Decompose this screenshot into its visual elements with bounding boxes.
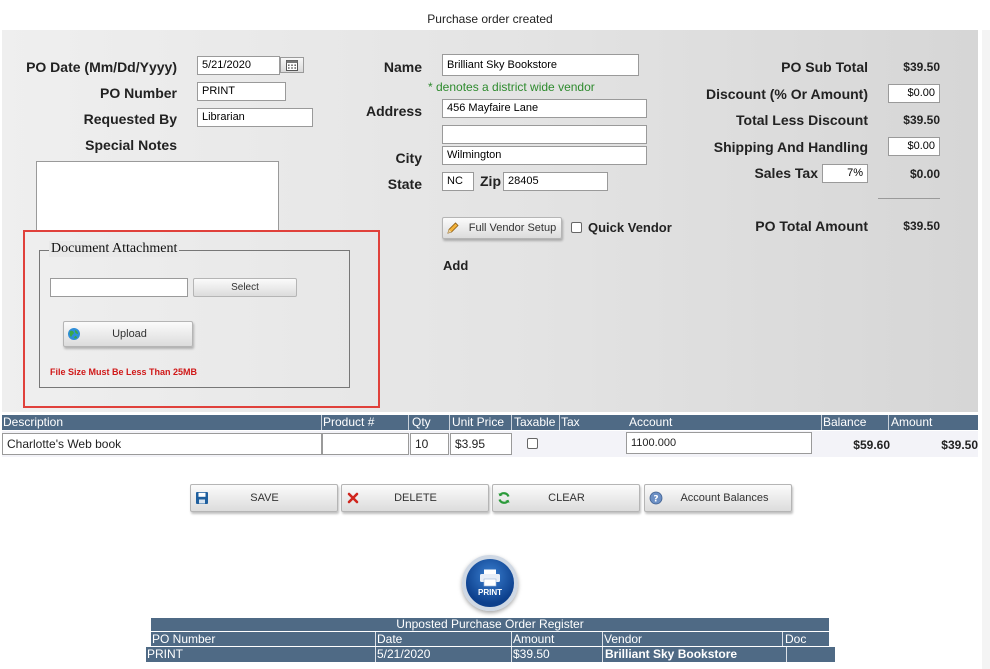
reg-date: 5/21/2020 bbox=[377, 647, 431, 661]
clear-label: CLEAR bbox=[548, 492, 585, 504]
shipping-handling-label: Shipping And Handling bbox=[713, 139, 868, 155]
quick-vendor-checkbox[interactable] bbox=[571, 222, 582, 233]
sales-tax-rate-input[interactable]: 7% bbox=[822, 164, 868, 183]
delete-label: DELETE bbox=[394, 492, 437, 504]
col-account: Account bbox=[629, 415, 673, 429]
po-date-label: PO Date (Mm/Dd/Yyyy) bbox=[26, 59, 177, 75]
clear-button[interactable]: CLEAR bbox=[492, 484, 640, 512]
register-header: PO Number Date Amount Vendor Doc bbox=[151, 632, 829, 646]
pencil-icon bbox=[446, 221, 464, 235]
line-product-input[interactable] bbox=[322, 433, 409, 455]
city-input[interactable]: Wilmington bbox=[442, 146, 647, 165]
line-unit-price-input[interactable]: $3.95 bbox=[450, 433, 512, 455]
quick-vendor-label: Quick Vendor bbox=[588, 220, 672, 235]
col-qty: Qty bbox=[412, 415, 431, 429]
col-product: Product # bbox=[323, 415, 375, 429]
help-icon: ? bbox=[648, 490, 664, 506]
select-file-button[interactable]: Select bbox=[193, 278, 297, 297]
globe-upload-icon bbox=[67, 327, 85, 341]
calendar-button[interactable] bbox=[280, 57, 304, 73]
svg-text:?: ? bbox=[653, 495, 658, 505]
file-size-warning: File Size Must Be Less Than 25MB bbox=[50, 367, 198, 377]
full-vendor-setup-button[interactable]: Full Vendor Setup bbox=[442, 217, 562, 239]
address-label: Address bbox=[365, 103, 422, 119]
reg-col-amount: Amount bbox=[513, 632, 555, 646]
page-scrollbar[interactable] bbox=[982, 30, 990, 669]
calendar-icon bbox=[286, 60, 298, 71]
sales-tax-value: $0.00 bbox=[909, 167, 940, 181]
total-less-discount-label: Total Less Discount bbox=[736, 112, 868, 128]
vendor-name-label: Name bbox=[383, 59, 422, 75]
city-label: City bbox=[395, 150, 422, 166]
col-description: Description bbox=[3, 415, 64, 429]
reg-col-doc: Doc bbox=[785, 632, 807, 646]
account-balances-label: Account Balances bbox=[680, 492, 769, 504]
floppy-disk-icon bbox=[194, 490, 210, 506]
col-unit-price: Unit Price bbox=[452, 415, 505, 429]
col-amount: Amount bbox=[891, 415, 933, 429]
upload-button[interactable]: Upload bbox=[63, 321, 193, 347]
printer-icon bbox=[480, 569, 500, 587]
attachment-file-input[interactable] bbox=[50, 278, 188, 297]
po-number-label: PO Number bbox=[99, 85, 177, 101]
save-label: SAVE bbox=[250, 492, 279, 504]
print-label: PRINT bbox=[478, 588, 502, 597]
col-tax: Tax bbox=[561, 415, 580, 429]
register-title: Unposted Purchase Order Register bbox=[151, 618, 829, 631]
po-date-input[interactable]: 5/21/2020 bbox=[197, 56, 280, 75]
address-line1-input[interactable]: 456 Mayfaire Lane bbox=[442, 99, 647, 118]
red-x-icon bbox=[345, 490, 361, 506]
line-description-input[interactable]: Charlotte's Web book bbox=[2, 433, 322, 455]
refresh-icon bbox=[496, 490, 512, 506]
total-less-discount-value: $39.50 bbox=[903, 113, 940, 127]
upload-label: Upload bbox=[112, 328, 147, 340]
reg-po-number[interactable]: PRINT bbox=[147, 647, 183, 661]
line-taxable-checkbox[interactable] bbox=[527, 438, 538, 449]
shipping-handling-input[interactable]: $0.00 bbox=[888, 137, 940, 156]
line-qty-input[interactable]: 10 bbox=[410, 433, 449, 455]
save-button[interactable]: SAVE bbox=[190, 484, 338, 512]
state-input[interactable]: NC bbox=[442, 172, 474, 191]
totals-divider bbox=[878, 198, 940, 199]
delete-button[interactable]: DELETE bbox=[341, 484, 489, 512]
po-total-amount-label: PO Total Amount bbox=[755, 218, 868, 234]
line-amount-value: $39.50 bbox=[941, 438, 978, 452]
sales-tax-label: Sales Tax bbox=[754, 165, 818, 181]
line-balance-value: $59.60 bbox=[853, 438, 890, 452]
district-vendor-note: * denotes a district wide vendor bbox=[428, 80, 595, 94]
full-vendor-setup-label: Full Vendor Setup bbox=[468, 222, 557, 234]
discount-input[interactable]: $0.00 bbox=[888, 84, 940, 103]
reg-col-po-number: PO Number bbox=[152, 632, 216, 646]
special-notes-textarea[interactable] bbox=[36, 161, 279, 231]
po-sub-total-label: PO Sub Total bbox=[781, 59, 868, 75]
print-button[interactable]: PRINT bbox=[462, 555, 518, 611]
reg-col-date: Date bbox=[377, 632, 403, 646]
status-message: Purchase order created bbox=[427, 12, 553, 26]
po-total-amount-value: $39.50 bbox=[903, 219, 940, 233]
col-balance: Balance bbox=[823, 415, 867, 429]
po-sub-total-value: $39.50 bbox=[903, 60, 940, 74]
requested-by-input[interactable]: Librarian bbox=[197, 108, 313, 127]
add-vendor-link[interactable]: Add bbox=[443, 258, 468, 273]
register-row[interactable]: PRINT 5/21/2020 $39.50 Brilliant Sky Boo… bbox=[146, 647, 835, 662]
reg-amount: $39.50 bbox=[513, 647, 550, 661]
vendor-name-input[interactable]: Brilliant Sky Bookstore bbox=[442, 54, 639, 76]
account-balances-button[interactable]: ? Account Balances bbox=[644, 484, 792, 512]
po-number-input[interactable]: PRINT bbox=[197, 82, 286, 101]
col-taxable: Taxable bbox=[514, 415, 556, 429]
zip-input[interactable]: 28405 bbox=[503, 172, 608, 191]
state-label: State bbox=[387, 176, 422, 192]
special-notes-label: Special Notes bbox=[85, 137, 177, 153]
address-line2-input[interactable] bbox=[442, 125, 647, 144]
line-account-input[interactable]: 1100.000 bbox=[626, 432, 812, 454]
reg-col-vendor: Vendor bbox=[604, 632, 643, 646]
requested-by-label: Requested By bbox=[83, 111, 177, 127]
line-items-header: Description Product # Qty Unit Price Tax… bbox=[2, 415, 978, 430]
document-attachment-legend: Document Attachment bbox=[49, 241, 180, 257]
discount-label: Discount (% Or Amount) bbox=[705, 86, 868, 102]
reg-vendor: Brilliant Sky Bookstore bbox=[605, 647, 738, 661]
zip-label: Zip bbox=[480, 173, 501, 189]
